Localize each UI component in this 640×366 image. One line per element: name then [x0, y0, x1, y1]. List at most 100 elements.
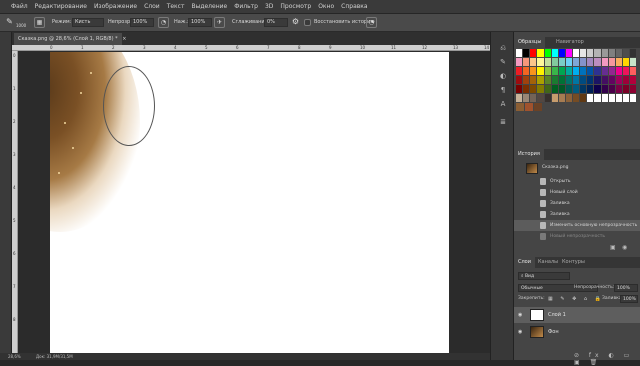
color-swatch[interactable] [558, 94, 565, 102]
color-swatch[interactable] [601, 49, 608, 57]
color-swatch[interactable] [622, 76, 629, 84]
color-swatch[interactable] [544, 58, 551, 66]
menu-item[interactable]: Слои [144, 3, 160, 10]
color-swatch[interactable] [587, 76, 594, 84]
brush-tool-icon[interactable]: ✎ [4, 17, 15, 28]
color-swatch[interactable] [573, 94, 580, 102]
menu-item[interactable]: Справка [341, 3, 367, 10]
color-swatch[interactable] [530, 67, 537, 75]
color-swatch[interactable] [516, 76, 523, 84]
color-swatch[interactable] [523, 67, 530, 75]
color-swatch[interactable] [630, 85, 637, 93]
color-swatch[interactable] [601, 94, 608, 102]
brush-panel-icon[interactable]: ▦ [34, 17, 45, 28]
color-swatch[interactable] [587, 85, 594, 93]
color-swatch[interactable] [565, 76, 572, 84]
color-swatch[interactable] [558, 67, 565, 75]
color-swatch[interactable] [530, 76, 537, 84]
color-swatch[interactable] [580, 67, 587, 75]
color-swatch[interactable] [523, 49, 530, 57]
airbrush-icon[interactable]: ✈ [214, 17, 225, 28]
menu-item[interactable]: Изображение [94, 3, 137, 10]
color-swatch[interactable] [601, 85, 608, 93]
color-swatch[interactable] [565, 67, 572, 75]
pressure-opacity-icon[interactable]: ◔ [158, 17, 169, 28]
color-swatch[interactable] [537, 67, 544, 75]
color-swatch[interactable] [587, 49, 594, 57]
color-swatch[interactable] [544, 94, 551, 102]
brush-settings-icon[interactable]: ✎ [499, 58, 507, 66]
color-swatch[interactable] [587, 94, 594, 102]
color-swatch[interactable] [615, 67, 622, 75]
history-icon[interactable]: ⎌ [499, 44, 507, 52]
color-swatch[interactable] [587, 58, 594, 66]
color-swatch[interactable] [544, 76, 551, 84]
color-swatch[interactable] [516, 67, 523, 75]
color-swatch[interactable] [594, 76, 601, 84]
color-swatch[interactable] [630, 49, 637, 57]
color-swatch[interactable] [544, 49, 551, 57]
color-swatch[interactable] [565, 58, 572, 66]
color-swatch[interactable] [558, 58, 565, 66]
tab-history[interactable]: История [514, 149, 544, 160]
color-swatch[interactable] [594, 49, 601, 57]
color-swatch[interactable] [523, 85, 530, 93]
color-swatch[interactable] [580, 49, 587, 57]
menu-item[interactable]: Просмотр [280, 3, 311, 10]
color-swatch[interactable] [530, 58, 537, 66]
smoothing-field[interactable]: 0% [264, 18, 288, 27]
color-swatch[interactable] [516, 85, 523, 93]
color-swatch[interactable] [608, 67, 615, 75]
color-swatch[interactable] [615, 58, 622, 66]
lock-icons[interactable]: ▦ ✎ ✥ ⌂ 🔒 [548, 296, 604, 302]
color-swatch[interactable] [580, 85, 587, 93]
color-swatch[interactable] [622, 85, 629, 93]
color-swatch[interactable] [537, 85, 544, 93]
color-swatch[interactable] [551, 85, 558, 93]
color-swatch[interactable] [630, 76, 637, 84]
tab-paths[interactable]: Контуры [558, 257, 589, 268]
color-swatch[interactable] [601, 76, 608, 84]
color-swatch[interactable] [615, 85, 622, 93]
tab-navigator[interactable]: Навигатор [552, 37, 588, 48]
color-swatch[interactable] [516, 103, 524, 111]
character-icon[interactable]: A [499, 100, 507, 108]
visibility-eye-icon[interactable]: ◉ [518, 329, 522, 335]
color-swatch[interactable] [615, 76, 622, 84]
menu-item[interactable]: 3D [265, 3, 273, 10]
color-swatch[interactable] [608, 49, 615, 57]
layer-actions-icons[interactable]: ⊘ fx ◐ ▭ ▣ 🗑 [574, 352, 640, 366]
color-swatch[interactable] [530, 85, 537, 93]
color-swatch[interactable] [544, 85, 551, 93]
color-swatch[interactable] [565, 49, 572, 57]
color-swatch[interactable] [551, 49, 558, 57]
adjustments-icon[interactable]: ◐ [499, 72, 507, 80]
document-tab[interactable]: Сказка.png @ 28,6% (Слой 1, RGB/8) * × [14, 33, 126, 45]
history-item-selected[interactable]: Изменить основную непрозрачность [514, 220, 640, 231]
color-swatch[interactable] [530, 49, 537, 57]
color-swatch[interactable] [622, 58, 629, 66]
tab-swatches[interactable]: Образцы [514, 37, 546, 48]
color-swatch[interactable] [558, 85, 565, 93]
color-swatch[interactable] [594, 67, 601, 75]
color-swatch[interactable] [573, 76, 580, 84]
color-swatch[interactable] [565, 94, 572, 102]
close-icon[interactable]: × [122, 36, 126, 42]
color-swatch[interactable] [523, 94, 530, 102]
color-swatch[interactable] [523, 76, 530, 84]
color-swatch[interactable] [516, 58, 523, 66]
color-swatch[interactable] [523, 58, 530, 66]
menu-item[interactable]: Окно [318, 3, 334, 10]
color-swatch[interactable] [537, 58, 544, 66]
color-swatch[interactable] [534, 103, 542, 111]
history-item[interactable]: Заливка [514, 198, 640, 209]
color-swatch[interactable] [580, 94, 587, 102]
color-swatch[interactable] [544, 67, 551, 75]
history-item[interactable]: Открыть [514, 176, 640, 187]
color-swatch[interactable] [601, 58, 608, 66]
color-swatch[interactable] [630, 67, 637, 75]
history-item[interactable]: Заливка [514, 209, 640, 220]
zoom-level[interactable]: 28,6% [8, 354, 21, 359]
color-swatch[interactable] [573, 67, 580, 75]
layer-opacity-field[interactable]: 100% [614, 284, 638, 292]
